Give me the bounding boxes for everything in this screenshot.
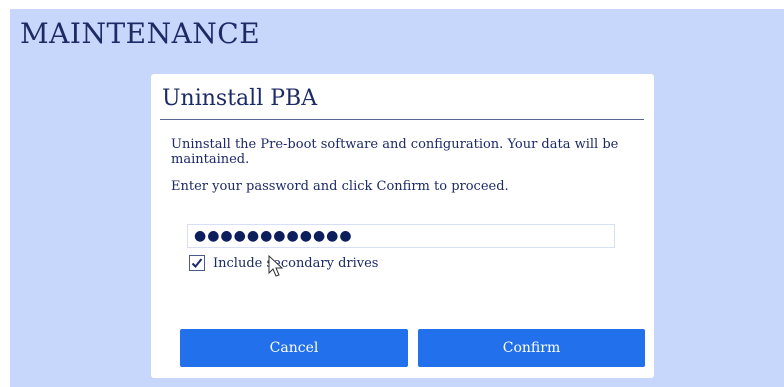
uninstall-pba-dialog: Uninstall PBA Uninstall the Pre-boot sof… [151,74,654,378]
cancel-button[interactable]: Cancel [180,329,408,367]
checkmark-icon [191,258,203,268]
confirm-button[interactable]: Confirm [418,329,645,367]
mouse-cursor-icon [268,255,284,277]
page-title: MAINTENANCE [20,17,261,50]
dialog-title: Uninstall PBA [162,86,318,111]
checkbox-label: Include secondary drives [213,255,379,271]
dialog-instruction: Enter your password and click Confirm to… [171,179,509,194]
maintenance-screen: MAINTENANCE Uninstall PBA Uninstall the … [10,9,784,387]
title-divider [160,119,644,120]
dialog-description: Uninstall the Pre-boot software and conf… [171,137,619,167]
password-input[interactable] [187,224,615,248]
include-secondary-drives-checkbox[interactable] [189,255,205,271]
